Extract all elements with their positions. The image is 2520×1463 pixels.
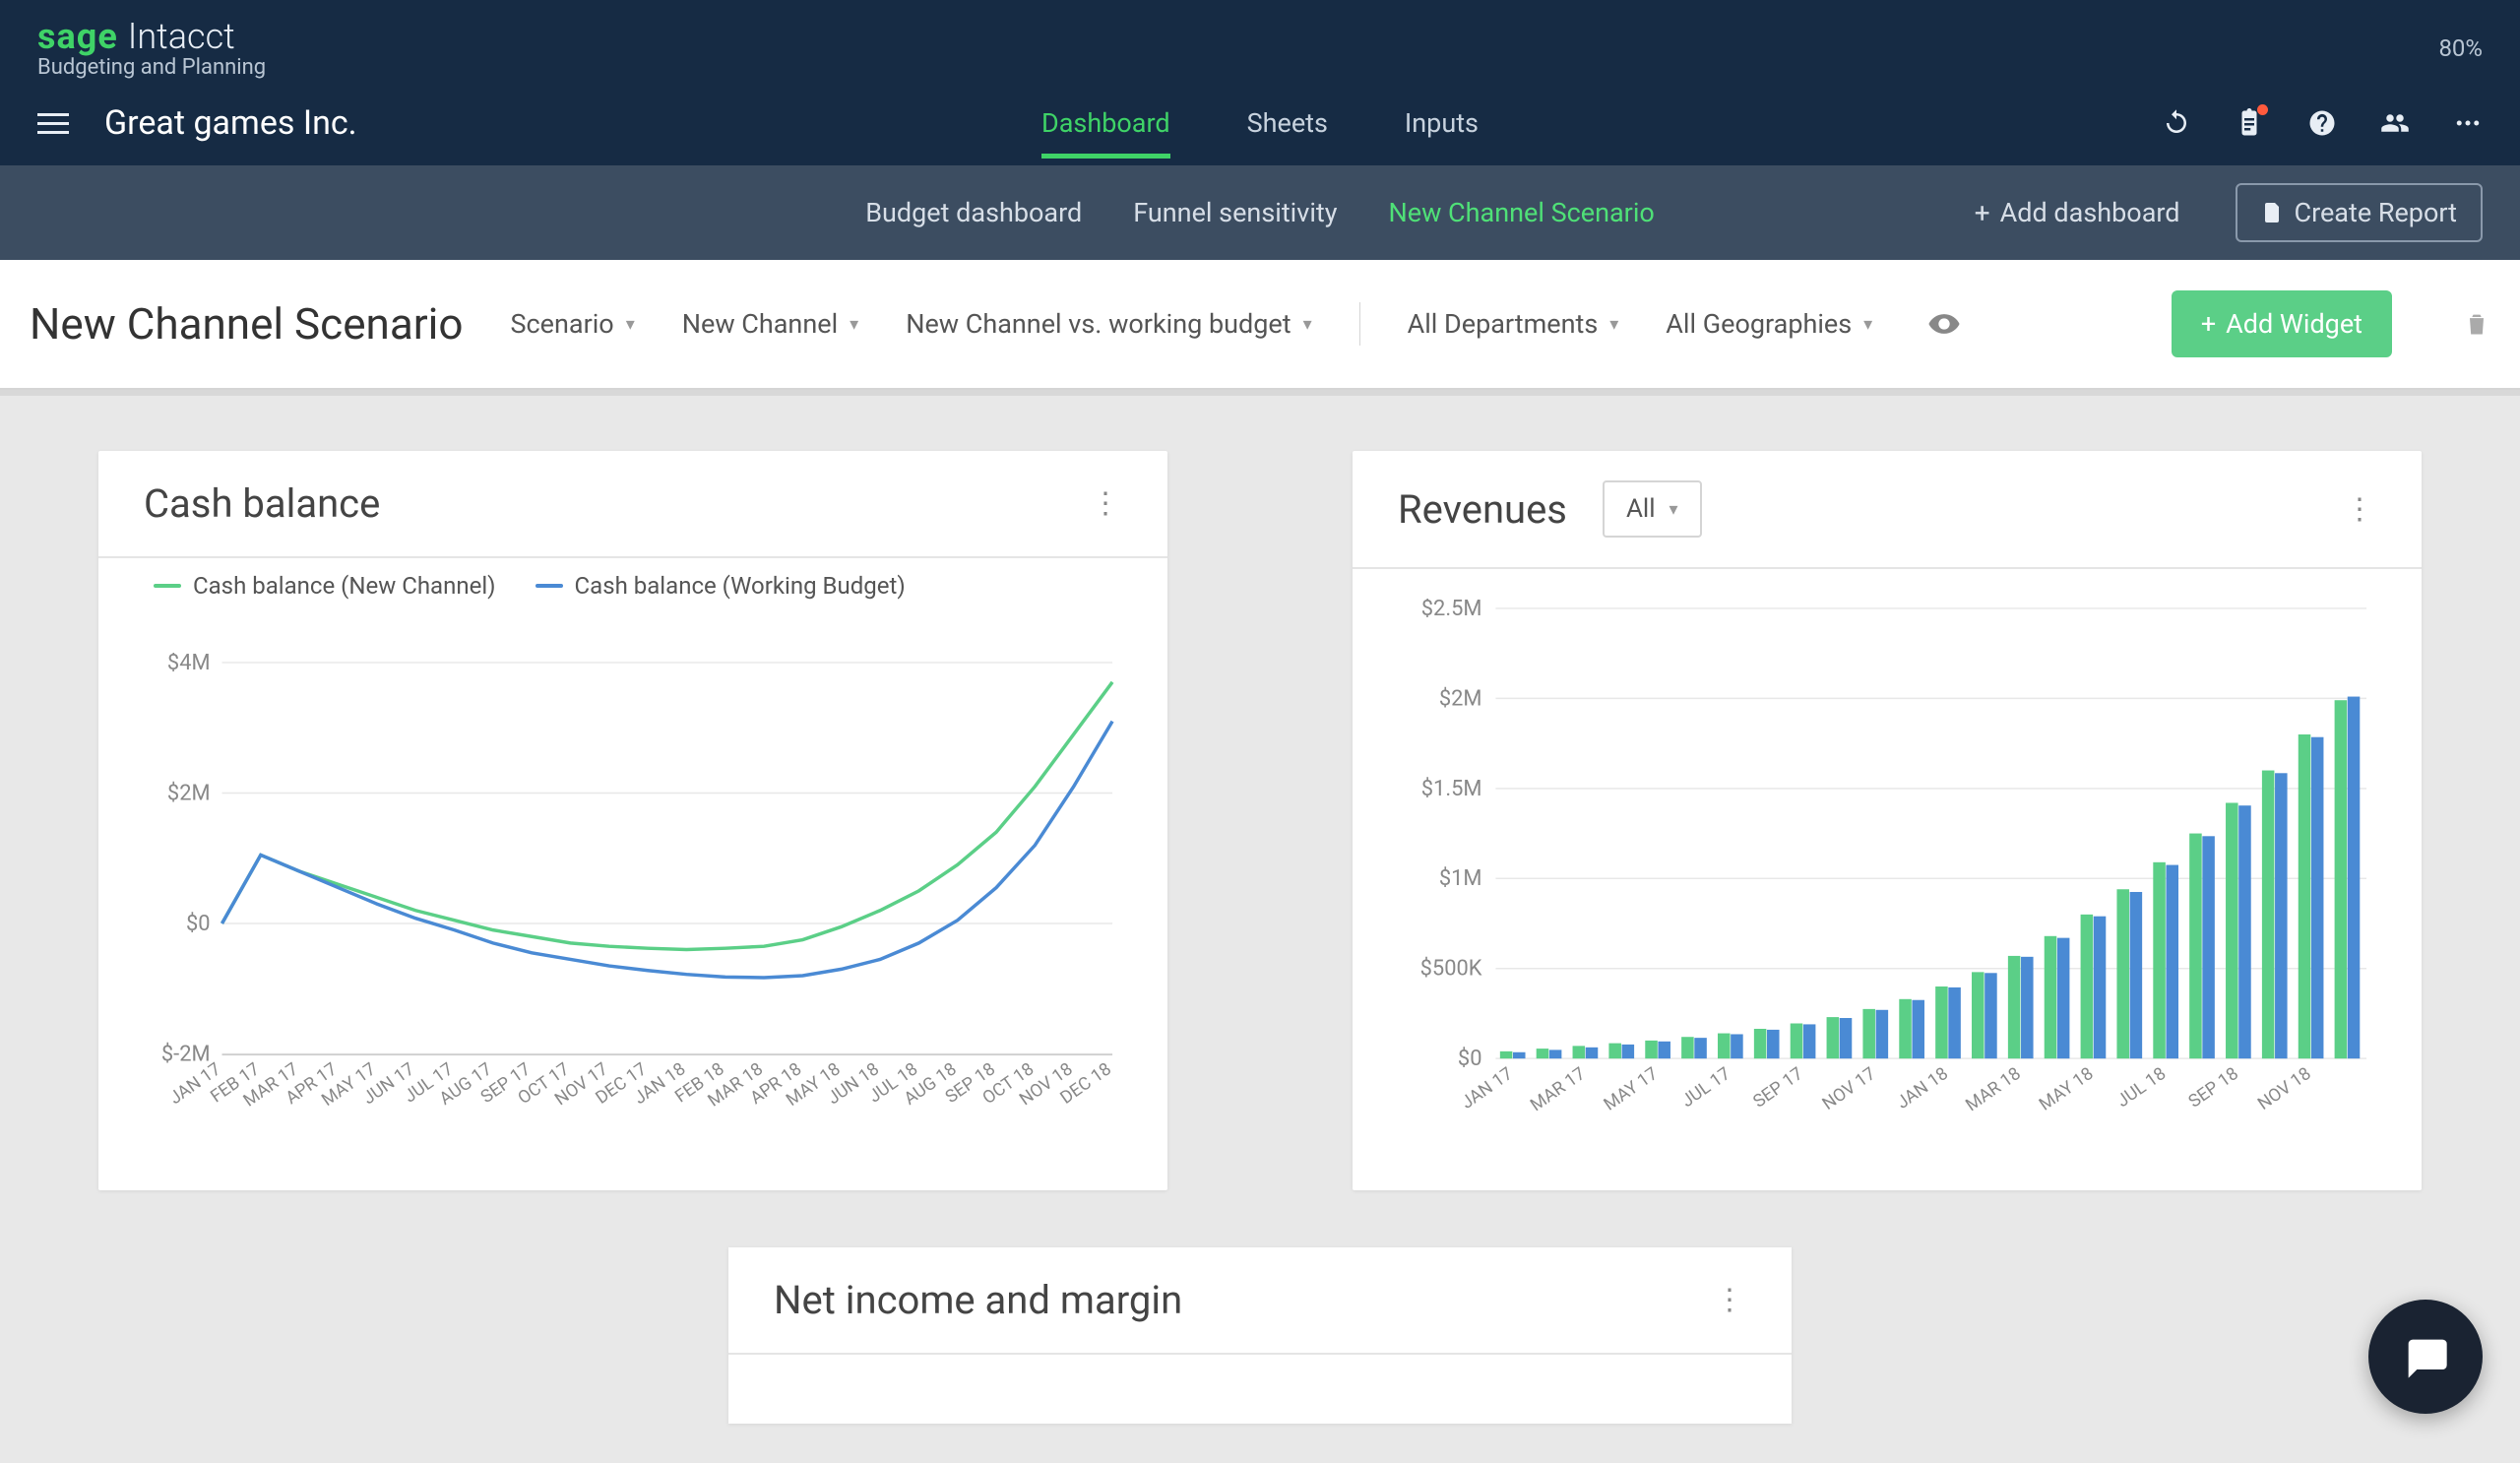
add-dashboard-label: Add dashboard bbox=[2000, 197, 2180, 228]
filter-scenario[interactable]: Scenario ▾ bbox=[510, 308, 634, 340]
people-icon[interactable] bbox=[2380, 108, 2410, 138]
create-report-button[interactable]: Create Report bbox=[2236, 183, 2483, 242]
dashboard-body: Cash balance Cash balance (New Channel) … bbox=[0, 390, 2520, 1457]
legend-working-budget-label: Cash balance (Working Budget) bbox=[575, 572, 906, 600]
widget-rev-title: Revenues bbox=[1398, 486, 1567, 533]
sub-header: Budget dashboard Funnel sensitivity New … bbox=[0, 165, 2520, 260]
widget-net-income: Net income and margin bbox=[728, 1247, 1792, 1424]
help-icon[interactable] bbox=[2307, 108, 2337, 138]
widget-menu-icon[interactable] bbox=[1091, 486, 1122, 521]
svg-text:$4M: $4M bbox=[167, 653, 211, 675]
zoom-level: 80% bbox=[2438, 34, 2483, 62]
svg-text:NOV 17: NOV 17 bbox=[1818, 1063, 1879, 1114]
svg-text:$2M: $2M bbox=[167, 781, 211, 805]
clipboard-icon[interactable] bbox=[2235, 108, 2264, 138]
cash-balance-chart: $-2M$0$2M$4MJAN 17FEB 17MAR 17APR 17MAY … bbox=[144, 653, 1122, 1142]
svg-text:JUL 17: JUL 17 bbox=[1677, 1063, 1734, 1112]
widget-net-title: Net income and margin bbox=[774, 1277, 1182, 1323]
sync-icon[interactable] bbox=[2162, 108, 2191, 138]
filter-comparison-label: New Channel vs. working budget bbox=[906, 308, 1291, 340]
svg-text:NOV 18: NOV 18 bbox=[2254, 1063, 2315, 1114]
chevron-down-icon: ▾ bbox=[1670, 499, 1678, 520]
revenues-filter-label: All bbox=[1626, 494, 1656, 524]
eye-icon[interactable] bbox=[1927, 307, 1961, 341]
svg-text:JAN 18: JAN 18 bbox=[1893, 1063, 1952, 1113]
legend-new-channel-label: Cash balance (New Channel) bbox=[193, 572, 496, 600]
filter-departments-label: All Departments bbox=[1408, 308, 1599, 340]
tab-dashboard[interactable]: Dashboard bbox=[1041, 90, 1170, 157]
widget-cash-balance: Cash balance Cash balance (New Channel) … bbox=[98, 451, 1167, 1190]
svg-text:MAY 18: MAY 18 bbox=[2036, 1063, 2098, 1115]
filter-new-channel[interactable]: New Channel ▾ bbox=[682, 308, 858, 340]
widget-menu-icon[interactable] bbox=[2345, 492, 2376, 527]
filter-geographies-label: All Geographies bbox=[1666, 308, 1852, 340]
org-name: Great games Inc. bbox=[104, 103, 357, 143]
tab-sheets[interactable]: Sheets bbox=[1247, 90, 1328, 157]
top-header: sage Intacct Budgeting and Planning 80% … bbox=[0, 0, 2520, 165]
chevron-down-icon: ▾ bbox=[626, 314, 635, 335]
subtab-new-channel-scenario[interactable]: New Channel Scenario bbox=[1388, 197, 1654, 228]
revenues-filter[interactable]: All ▾ bbox=[1603, 480, 1702, 538]
widget-cash-title: Cash balance bbox=[144, 480, 380, 527]
brand-sage: sage bbox=[37, 16, 118, 57]
plus-icon: + bbox=[1975, 197, 1990, 229]
chevron-down-icon: ▾ bbox=[1863, 314, 1872, 335]
svg-text:MAY 17: MAY 17 bbox=[1600, 1063, 1662, 1115]
filter-bar: New Channel Scenario Scenario ▾ New Chan… bbox=[0, 260, 2520, 390]
svg-text:$2.5M: $2.5M bbox=[1421, 599, 1482, 621]
chat-fab[interactable] bbox=[2368, 1300, 2483, 1414]
brand-logo: sage Intacct Budgeting and Planning bbox=[37, 16, 266, 80]
plus-icon: + bbox=[2201, 308, 2216, 340]
svg-text:MAR 17: MAR 17 bbox=[1527, 1063, 1590, 1115]
more-icon[interactable] bbox=[2453, 108, 2483, 138]
svg-text:$0: $0 bbox=[186, 912, 211, 936]
legend-new-channel: Cash balance (New Channel) bbox=[154, 572, 496, 600]
svg-text:SEP 18: SEP 18 bbox=[2185, 1063, 2242, 1113]
dashboard-sub-tabs: Budget dashboard Funnel sensitivity New … bbox=[865, 197, 1655, 228]
page-title: New Channel Scenario bbox=[30, 298, 463, 350]
create-report-label: Create Report bbox=[2295, 197, 2457, 228]
chevron-down-icon: ▾ bbox=[1303, 314, 1312, 335]
filter-scenario-label: Scenario bbox=[510, 308, 613, 340]
chat-icon bbox=[2400, 1331, 2451, 1382]
legend-swatch-green bbox=[154, 584, 181, 588]
subtab-funnel-sensitivity[interactable]: Funnel sensitivity bbox=[1133, 197, 1337, 228]
legend-working-budget: Cash balance (Working Budget) bbox=[536, 572, 906, 600]
cash-legend: Cash balance (New Channel) Cash balance … bbox=[98, 558, 1167, 623]
svg-text:MAR 18: MAR 18 bbox=[1962, 1063, 2025, 1115]
notification-dot bbox=[2257, 104, 2268, 115]
filter-comparison[interactable]: New Channel vs. working budget ▾ bbox=[906, 308, 1311, 340]
filter-new-channel-label: New Channel bbox=[682, 308, 838, 340]
brand-intacct: Intacct bbox=[128, 16, 235, 57]
add-dashboard-button[interactable]: + Add dashboard bbox=[1951, 185, 2204, 241]
add-widget-button[interactable]: + Add Widget bbox=[2172, 290, 2392, 357]
chevron-down-icon: ▾ bbox=[1609, 314, 1618, 335]
widget-menu-icon[interactable] bbox=[1715, 1283, 1746, 1317]
svg-text:$2M: $2M bbox=[1439, 686, 1482, 711]
svg-text:$-2M: $-2M bbox=[161, 1042, 211, 1066]
tab-inputs[interactable]: Inputs bbox=[1405, 90, 1479, 157]
svg-text:$0: $0 bbox=[1458, 1047, 1482, 1071]
filter-geographies[interactable]: All Geographies ▾ bbox=[1666, 308, 1872, 340]
svg-text:$1.5M: $1.5M bbox=[1421, 777, 1482, 801]
widget-revenues: Revenues All ▾ $0 $500K $1M $1.5M $2M $2.5M JA… bbox=[1353, 451, 2422, 1190]
subtab-budget-dashboard[interactable]: Budget dashboard bbox=[865, 197, 1082, 228]
svg-text:$500K: $500K bbox=[1420, 957, 1482, 982]
brand-sub: Budgeting and Planning bbox=[37, 55, 266, 80]
svg-text:JUL 18: JUL 18 bbox=[2113, 1063, 2171, 1112]
add-widget-label: Add Widget bbox=[2226, 308, 2362, 340]
separator bbox=[1359, 302, 1360, 346]
legend-swatch-blue bbox=[536, 584, 563, 588]
svg-text:$1M: $1M bbox=[1439, 866, 1482, 891]
svg-text:SEP 17: SEP 17 bbox=[1749, 1063, 1806, 1113]
top-nav-tabs: Dashboard Sheets Inputs bbox=[1041, 90, 1479, 157]
menu-icon[interactable] bbox=[37, 107, 69, 140]
document-icon bbox=[2261, 199, 2285, 226]
chevron-down-icon: ▾ bbox=[850, 314, 858, 335]
revenues-chart: $0$500K$1M$1.5M$2M$2.5MJAN 17MAR 17MAY 1… bbox=[1398, 599, 2376, 1147]
trash-icon[interactable] bbox=[2463, 309, 2490, 339]
filter-departments[interactable]: All Departments ▾ bbox=[1408, 308, 1619, 340]
